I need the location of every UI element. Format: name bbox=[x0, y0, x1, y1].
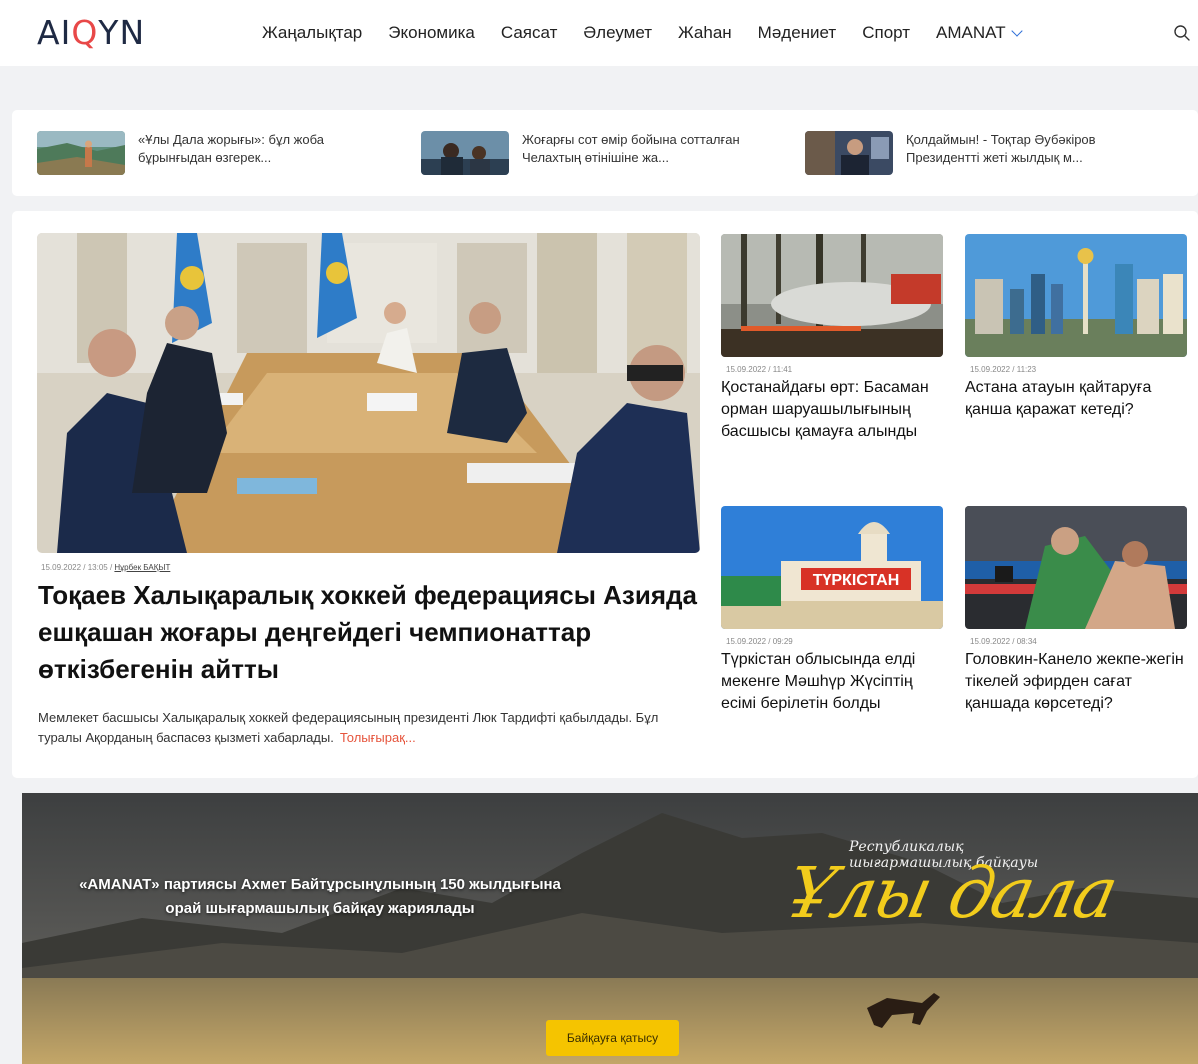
hero-meta: 15.09.2022 / 13:05 / Нұрбек БАҚЫТ bbox=[41, 563, 170, 572]
nav-item-news[interactable]: Жаңалықтар bbox=[262, 22, 362, 44]
hero-date: 15.09.2022 / 13:05 / bbox=[41, 563, 115, 572]
news-card-date: 15.09.2022 / 08:34 bbox=[970, 637, 1037, 646]
join-contest-button[interactable]: Байқауға қатысу bbox=[546, 1020, 679, 1056]
main-nav: Жаңалықтар Экономика Саясат Әлеумет Жаһа… bbox=[262, 22, 1047, 44]
news-thumbnail bbox=[421, 131, 509, 175]
news-card[interactable]: 15.09.2022 / 08:34 Головкин-Канело жекпе… bbox=[965, 506, 1189, 715]
top-news-item[interactable]: Жоғарғы сот өмір бойына сотталған Челахт… bbox=[421, 131, 762, 175]
news-card[interactable]: ТҮРКІСТАН 15.09.2022 / 09:29 Түркістан о… bbox=[721, 506, 945, 715]
news-card-image bbox=[965, 234, 1187, 357]
news-card-title: Головкин-Канело жекпе-жегін тікелей эфир… bbox=[965, 651, 1184, 712]
hero-lead: Мемлекет басшысы Халықаралық хоккей феде… bbox=[38, 708, 678, 748]
nav-item-amanat-label: AMANAT bbox=[936, 23, 1006, 42]
news-card-image bbox=[721, 234, 943, 357]
news-thumbnail bbox=[37, 131, 125, 175]
site-logo[interactable]: AIQYN bbox=[37, 15, 145, 51]
news-card-date: 15.09.2022 / 09:29 bbox=[726, 637, 793, 646]
main-news-section: 15.09.2022 / 13:05 / Нұрбек БАҚЫТ Тоқаев… bbox=[12, 211, 1198, 778]
logo-text-accent: Q bbox=[71, 13, 99, 52]
top-news-title: Жоғарғы сот өмір бойына сотталған Челахт… bbox=[522, 132, 740, 165]
news-card[interactable]: 15.09.2022 / 11:23 Астана атауын қайтару… bbox=[965, 234, 1189, 421]
news-card[interactable]: 15.09.2022 / 11:41 Қостанайдағы өрт: Бас… bbox=[721, 234, 945, 443]
nav-item-world[interactable]: Жаһан bbox=[678, 22, 732, 44]
nav-item-economy[interactable]: Экономика bbox=[388, 22, 475, 44]
contest-banner[interactable]: «AMANAT» партиясы Ахмет Байтұрсынұлының … bbox=[22, 793, 1198, 1064]
top-news-title: «Ұлы Дала жорығы»: бұл жоба бұрынғыдан ө… bbox=[138, 132, 324, 165]
news-card-title: Түркістан облысында елді мекенге Мәшһүр … bbox=[721, 651, 916, 712]
hero-author-link[interactable]: Нұрбек БАҚЫТ bbox=[114, 563, 170, 572]
hero-title[interactable]: Тоқаев Халықаралық хоккей федерациясы Аз… bbox=[38, 577, 698, 688]
search-icon[interactable] bbox=[1173, 24, 1191, 42]
site-header: AIQYN Жаңалықтар Экономика Саясат Әлеуме… bbox=[0, 0, 1198, 66]
nav-item-society[interactable]: Әлеумет bbox=[583, 22, 652, 44]
top-news-title: Қолдаймын! - Тоқтар Әубәкіров Президентт… bbox=[906, 132, 1096, 165]
nav-item-politics[interactable]: Саясат bbox=[501, 22, 558, 44]
news-card-image: ТҮРКІСТАН bbox=[721, 506, 943, 629]
read-more-link[interactable]: Толығырақ... bbox=[340, 730, 416, 745]
news-thumbnail bbox=[805, 131, 893, 175]
top-news-item[interactable]: «Ұлы Дала жорығы»: бұл жоба бұрынғыдан ө… bbox=[37, 131, 378, 175]
svg-text:ТҮРКІСТАН: ТҮРКІСТАН bbox=[813, 572, 900, 589]
news-card-date: 15.09.2022 / 11:41 bbox=[726, 365, 793, 374]
nav-item-amanat[interactable]: AMANAT bbox=[936, 22, 1023, 44]
logo-text-start: AI bbox=[37, 13, 72, 52]
nav-item-culture[interactable]: Мәдениет bbox=[758, 22, 837, 44]
banner-contest-logo: Ұлы дала bbox=[779, 852, 1124, 934]
nav-item-sport[interactable]: Спорт bbox=[862, 22, 910, 44]
top-news-item[interactable]: Қолдаймын! - Тоқтар Әубәкіров Президентт… bbox=[805, 131, 1146, 175]
logo-text-end: YN bbox=[98, 13, 146, 52]
banner-headline: «AMANAT» партиясы Ахмет Байтұрсынұлының … bbox=[79, 876, 561, 917]
news-card-date: 15.09.2022 / 11:23 bbox=[970, 365, 1037, 374]
hero-image[interactable] bbox=[37, 233, 700, 553]
news-card-title: Қостанайдағы өрт: Басаман орман шаруашыл… bbox=[721, 379, 929, 440]
news-card-title: Астана атауын қайтаруға қанша қаражат ке… bbox=[965, 379, 1152, 418]
news-card-image bbox=[965, 506, 1187, 629]
top-news-strip: «Ұлы Дала жорығы»: бұл жоба бұрынғыдан ө… bbox=[12, 110, 1198, 196]
chevron-down-icon bbox=[1010, 24, 1023, 37]
